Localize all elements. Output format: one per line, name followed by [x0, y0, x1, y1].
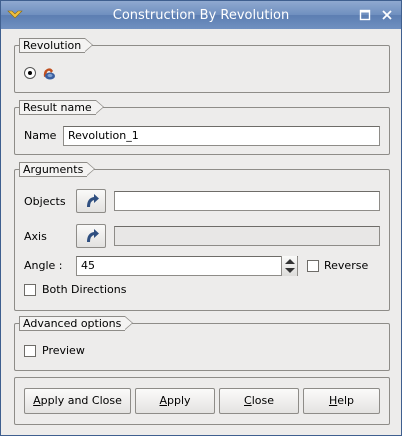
angle-input[interactable]: 45: [76, 256, 298, 276]
angle-label: Angle :: [24, 259, 63, 272]
apply-and-close-label: pply and Close: [40, 394, 122, 407]
dialog-window: Construction By Revolution Revolution Re…: [0, 0, 402, 436]
help-button[interactable]: Help: [303, 388, 380, 414]
close-icon[interactable]: [380, 8, 394, 22]
arguments-group-label: Arguments: [19, 162, 96, 177]
revolution-type-radio[interactable]: [24, 67, 36, 79]
name-input[interactable]: Revolution_1: [63, 126, 380, 146]
apply-mnemonic: A: [159, 394, 167, 407]
advanced-options-group: Advanced options Preview: [14, 316, 390, 371]
apply-label: pply: [167, 394, 191, 407]
angle-spinner[interactable]: [281, 256, 297, 276]
select-arrow-icon: [87, 194, 99, 207]
axis-select-button[interactable]: [76, 224, 106, 248]
help-mnemonic: H: [328, 394, 338, 407]
objects-select-button[interactable]: [76, 189, 106, 213]
arguments-group: Arguments Objects Axis Angle : 45 Revers…: [14, 162, 390, 311]
preview-checkbox[interactable]: [24, 345, 36, 357]
both-directions-checkbox[interactable]: [24, 284, 36, 296]
objects-label: Objects: [24, 195, 66, 208]
maximize-icon[interactable]: [358, 8, 372, 22]
spinner-arrows-icon: [285, 259, 295, 273]
revolution-group: Revolution: [14, 38, 390, 93]
result-name-group-label: Result name: [19, 100, 104, 115]
close-mnemonic: C: [244, 394, 252, 407]
both-directions-label: Both Directions: [42, 283, 127, 296]
title-bar[interactable]: Construction By Revolution: [1, 1, 401, 29]
revolution-group-label: Revolution: [19, 38, 94, 53]
apply-and-close-button[interactable]: Apply and Close: [24, 388, 131, 414]
revolution-icon: [43, 68, 55, 80]
apply-button[interactable]: Apply: [135, 388, 215, 414]
select-arrow-icon: [87, 229, 99, 242]
help-label: elp: [337, 394, 355, 407]
apply-and-close-mnemonic: A: [33, 394, 41, 407]
close-label: lose: [251, 394, 274, 407]
reverse-checkbox[interactable]: [307, 260, 319, 272]
name-label: Name: [24, 129, 57, 142]
objects-input[interactable]: [114, 191, 380, 211]
advanced-options-group-label: Advanced options: [19, 316, 134, 331]
reverse-label: Reverse: [324, 259, 369, 272]
preview-label: Preview: [42, 344, 85, 357]
window-title: Construction By Revolution: [112, 8, 290, 23]
axis-input[interactable]: [114, 226, 380, 246]
result-name-group: Result name Name Revolution_1: [14, 100, 390, 155]
close-button[interactable]: Close: [219, 388, 299, 414]
axis-label: Axis: [24, 230, 47, 243]
